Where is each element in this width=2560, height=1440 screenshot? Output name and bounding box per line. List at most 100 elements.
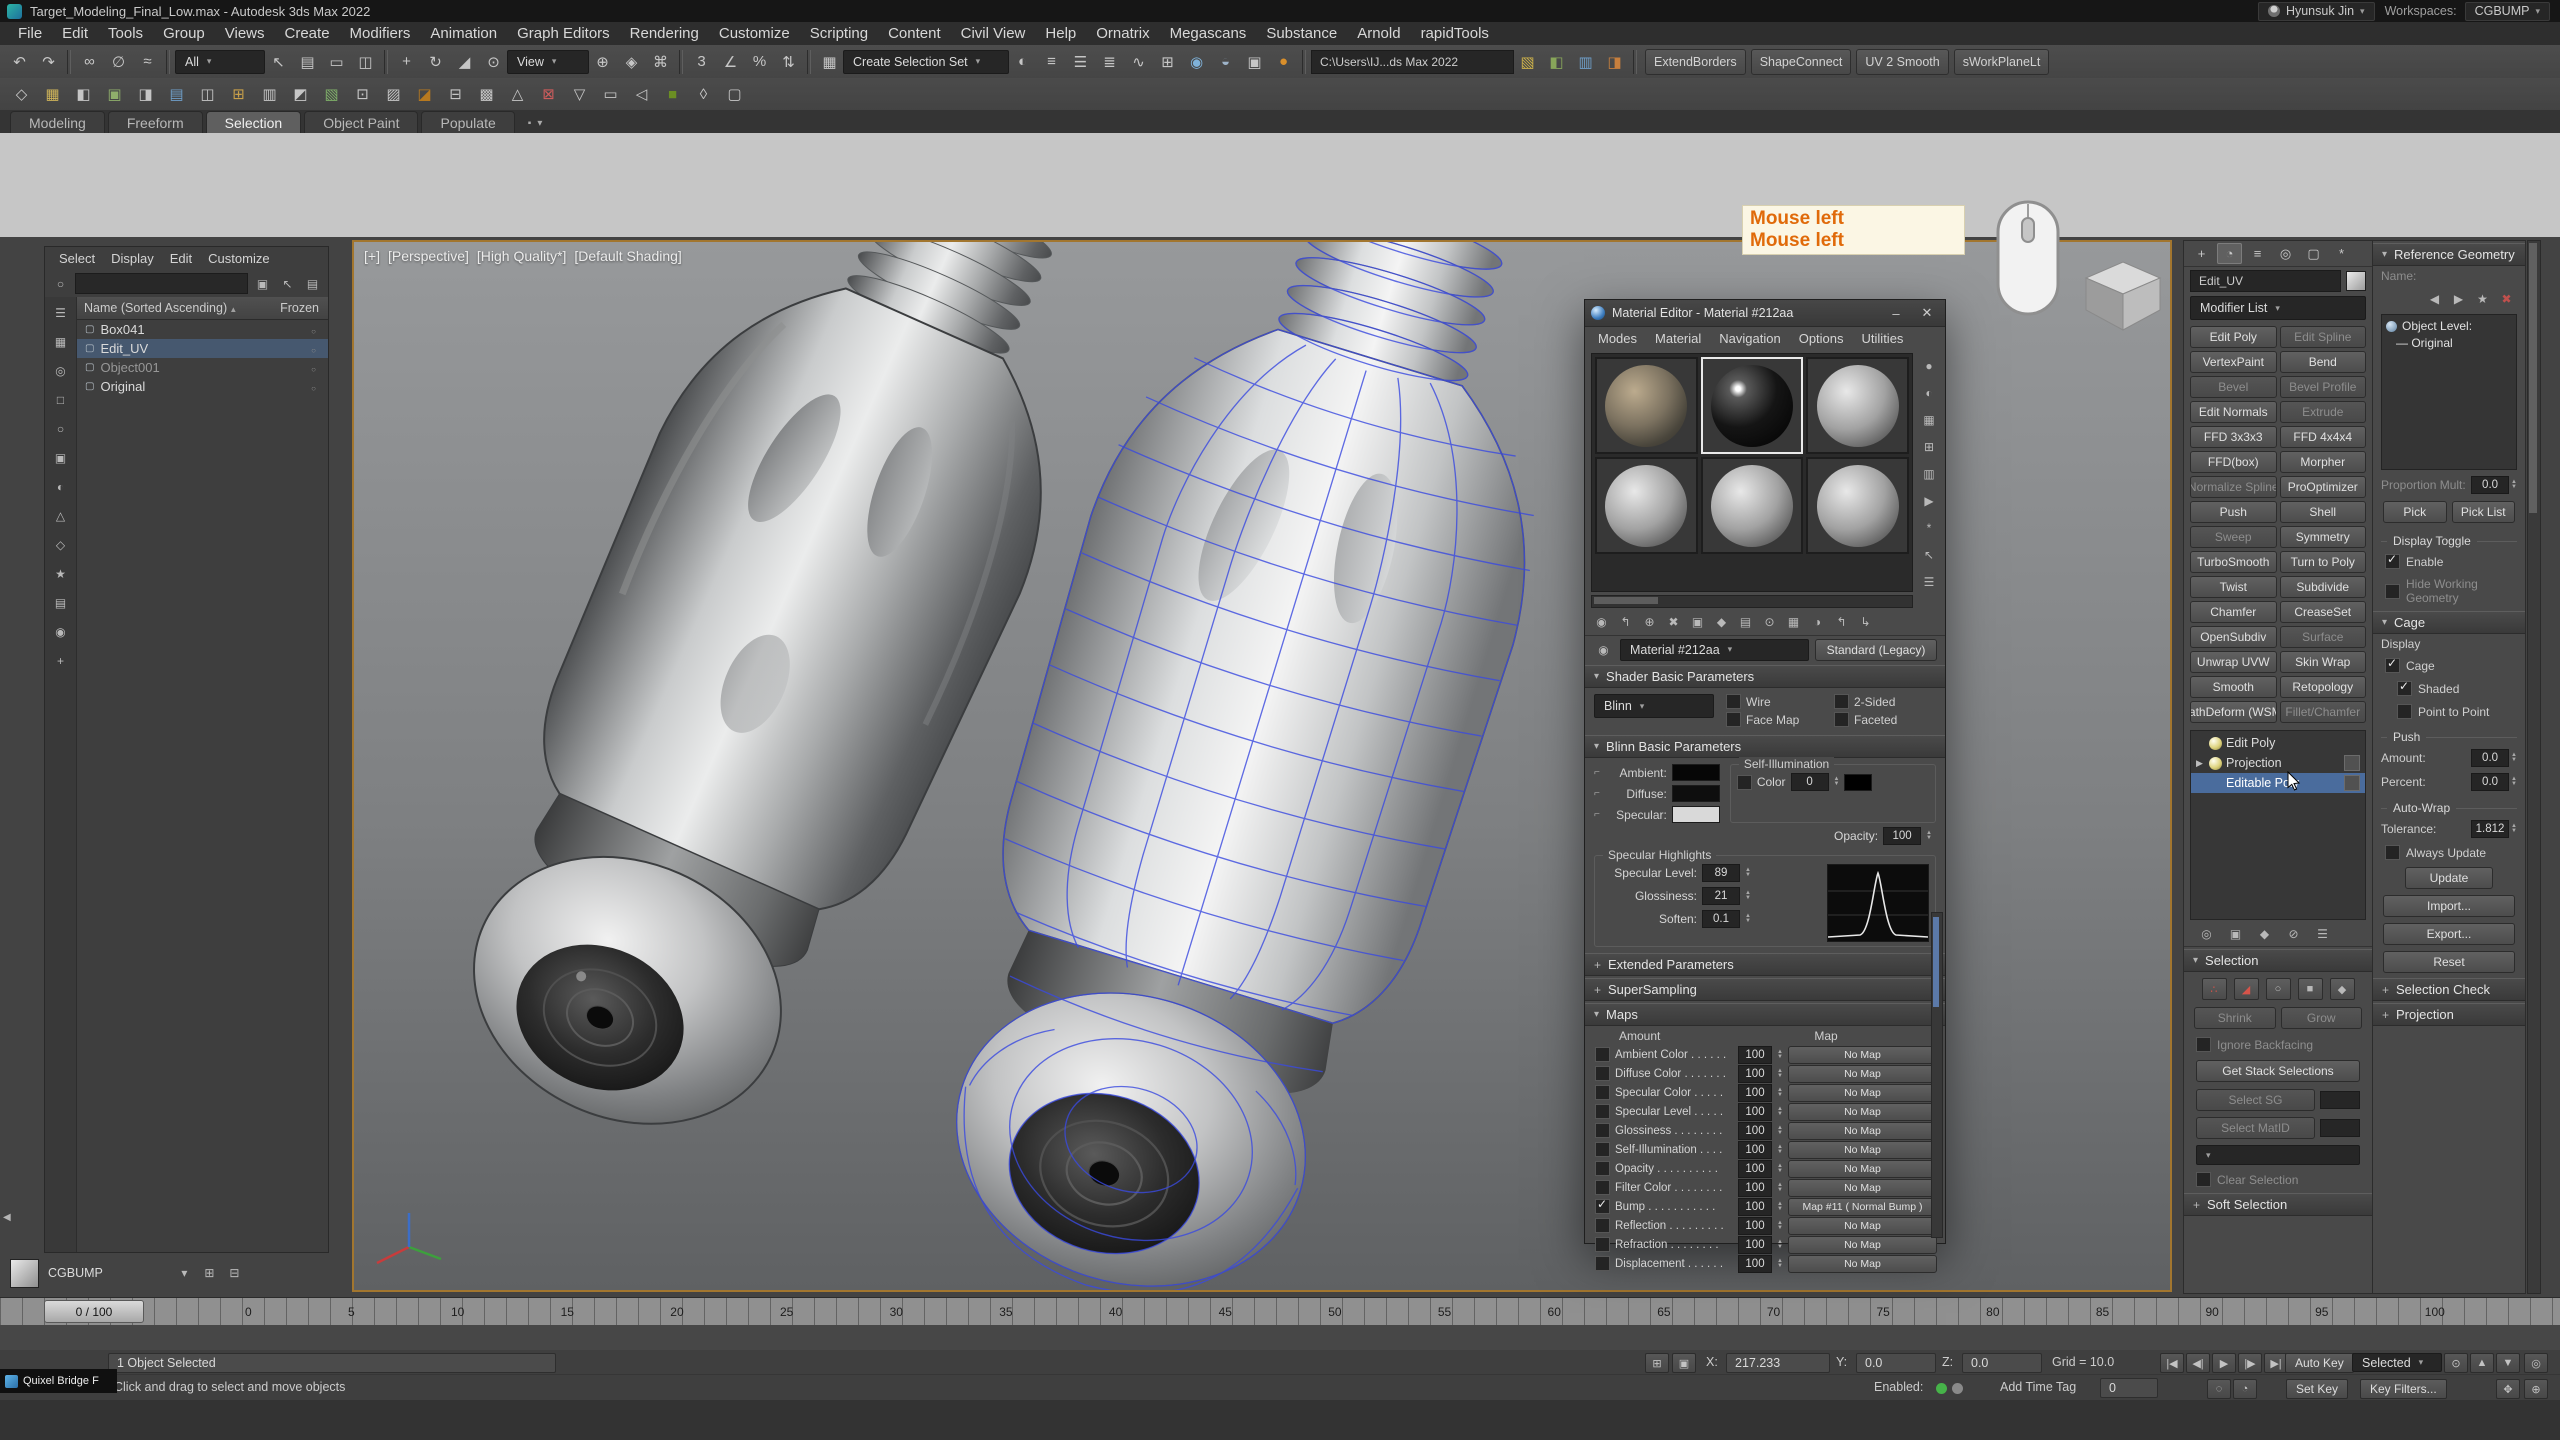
configure-modifier-sets-icon[interactable]: ☰ — [2312, 923, 2333, 944]
script-toolbar-button[interactable]: ExtendBorders — [1645, 49, 1746, 75]
down-arrow-icon[interactable]: ▼ — [2496, 1353, 2520, 1373]
shader-option[interactable]: Faceted — [1834, 712, 1936, 727]
vertex-mode-icon[interactable]: ∴ — [2202, 978, 2227, 1000]
modifier-button[interactable]: PathDeform (WSM) — [2190, 701, 2277, 723]
frozen-toggle-icon[interactable] — [311, 322, 316, 337]
ribbon-tab[interactable]: Object Paint — [304, 111, 418, 133]
menu-item[interactable]: Graph Editors — [507, 24, 620, 43]
map-amount-value[interactable]: 100 — [1738, 1141, 1772, 1159]
lock-icon[interactable]: ⌐ — [1594, 809, 1600, 820]
explorer-tool-icon[interactable]: ▤ — [50, 592, 71, 613]
spinner-arrows-icon[interactable] — [1777, 1164, 1783, 1174]
spinner-arrows-icon[interactable] — [1777, 1183, 1783, 1193]
render-production-icon[interactable]: ● — [1270, 49, 1297, 75]
previous-frame-icon[interactable]: ◀| — [2186, 1353, 2210, 1373]
material-editor-menu-item[interactable]: Navigation — [1710, 330, 1789, 347]
explorer-menu-item[interactable]: Select — [51, 249, 103, 268]
macro-tool-icon[interactable]: ▣ — [101, 81, 128, 107]
macro-tool-icon[interactable]: ▨ — [380, 81, 407, 107]
modifier-button[interactable]: Edit Normals — [2190, 401, 2277, 423]
explorer-tool-icon[interactable]: ◉ — [50, 621, 71, 642]
color-swatch[interactable] — [1672, 806, 1720, 823]
rollout-shader-basic[interactable]: Shader Basic Parameters — [1585, 665, 1945, 688]
panel-collapse-icon[interactable]: ◀ — [3, 1212, 11, 1223]
spinner-arrows-icon[interactable] — [1777, 1107, 1783, 1117]
z-coordinate-field[interactable]: 0.0 — [1962, 1353, 2042, 1373]
modifier-button[interactable]: Subdivide — [2280, 576, 2367, 598]
material-name-dropdown[interactable]: Material #212aa — [1620, 639, 1809, 661]
modifier-button[interactable]: Bend — [2280, 351, 2367, 373]
modifier-button[interactable]: Chamfer — [2190, 601, 2277, 623]
modifier-button[interactable]: Smooth — [2190, 676, 2277, 698]
map-slot-button[interactable]: No Map — [1788, 1084, 1937, 1102]
rollout-projection[interactable]: Projection — [2373, 1003, 2525, 1026]
map-slot-button[interactable]: No Map — [1788, 1046, 1937, 1064]
macro-tool-icon[interactable]: ◇ — [8, 81, 35, 107]
ribbon-tab[interactable]: Selection — [206, 111, 302, 133]
up-arrow-icon[interactable]: ▲ — [2470, 1353, 2494, 1373]
matid-dropdown[interactable] — [2196, 1145, 2360, 1165]
explorer-tool-icon[interactable]: ★ — [50, 563, 71, 584]
panel-scrollbar[interactable] — [2527, 240, 2541, 1294]
slot-scrollbar[interactable] — [1591, 595, 1913, 608]
explorer-tool-icon[interactable]: ○ — [50, 418, 71, 439]
update-button[interactable]: Update — [2405, 867, 2493, 889]
select-and-scale-icon[interactable]: ◢ — [451, 49, 478, 75]
rollout-soft-selection[interactable]: Soft Selection — [2184, 1193, 2372, 1216]
map-slot-button[interactable]: No Map — [1788, 1103, 1937, 1121]
explorer-tool-icon[interactable]: □ — [50, 389, 71, 410]
named-selection-sets-icon[interactable]: ▦ — [816, 49, 843, 75]
map-enable-checkbox[interactable] — [1595, 1085, 1610, 1100]
create-tab-icon[interactable]: + — [2189, 243, 2214, 264]
script-toolbar-button[interactable]: ShapeConnect — [1751, 49, 1852, 75]
macro-tool-icon[interactable]: ▢ — [721, 81, 748, 107]
map-amount-value[interactable]: 100 — [1738, 1046, 1772, 1064]
stack-row-icon[interactable] — [2344, 775, 2360, 791]
time-configuration-icon[interactable]: ◔ — [2233, 1379, 2257, 1399]
menu-item[interactable]: Help — [1035, 24, 1086, 43]
map-amount-value[interactable]: 100 — [1738, 1065, 1772, 1083]
menu-item[interactable]: Animation — [420, 24, 507, 43]
mute-icon[interactable]: ◌ — [2207, 1379, 2231, 1399]
select-and-place-icon[interactable]: ⊙ — [480, 49, 507, 75]
select-object-icon[interactable]: ↖ — [265, 49, 292, 75]
explorer-menu-item[interactable]: Customize — [200, 249, 277, 268]
menu-item[interactable]: Customize — [709, 24, 800, 43]
macro-tool-icon[interactable]: ◩ — [287, 81, 314, 107]
pin-stack-icon[interactable]: ◎ — [2196, 923, 2217, 944]
go-forward-icon[interactable]: ↳ — [1855, 612, 1876, 633]
modifier-button[interactable]: Sweep — [2190, 526, 2277, 548]
script-toolbar-button[interactable]: sWorkPlaneLt — [1954, 49, 2050, 75]
schematic-view-icon[interactable]: ⊞ — [1154, 49, 1181, 75]
macro-tool-icon[interactable]: ⊞ — [225, 81, 252, 107]
ribbon-minimize-icon[interactable]: ▪ — [528, 118, 532, 129]
name-column-header[interactable]: Name (Sorted Ascending) — [84, 301, 237, 315]
map-slot-button[interactable]: No Map — [1788, 1217, 1937, 1235]
motion-tab-icon[interactable]: ◎ — [2273, 243, 2298, 264]
border-mode-icon[interactable]: ○ — [2266, 978, 2291, 1000]
spinner-snap-icon[interactable]: ⇅ — [775, 49, 802, 75]
frame-number-field[interactable]: 0 — [2100, 1378, 2158, 1398]
show-end-result-icon[interactable]: ◑ — [1807, 612, 1828, 633]
view-cube-icon[interactable] — [2080, 258, 2166, 339]
menu-item[interactable]: Arnold — [1347, 24, 1410, 43]
modifier-button[interactable]: TurboSmooth — [2190, 551, 2277, 573]
checkbox[interactable] — [1834, 712, 1849, 727]
map-amount-value[interactable]: 100 — [1738, 1122, 1772, 1140]
background-icon[interactable]: ▦ — [1919, 409, 1940, 430]
material-slot[interactable] — [1701, 457, 1804, 554]
rollout-blinn-basic[interactable]: Blinn Basic Parameters — [1585, 735, 1945, 758]
lock-icon[interactable]: ⌐ — [1594, 767, 1600, 778]
reset-button[interactable]: Reset — [2383, 951, 2515, 973]
map-slot-button[interactable]: No Map — [1788, 1065, 1937, 1083]
make-copy-icon[interactable]: ▣ — [1687, 612, 1708, 633]
map-enable-checkbox[interactable] — [1595, 1047, 1610, 1062]
macro-tool-icon[interactable]: ⊠ — [535, 81, 562, 107]
map-slot-button[interactable]: No Map — [1788, 1236, 1937, 1254]
object-name-field[interactable]: Edit_UV — [2190, 270, 2341, 292]
map-slot-button[interactable]: No Map — [1788, 1141, 1937, 1159]
map-amount-value[interactable]: 100 — [1738, 1179, 1772, 1197]
custom-tool-icon[interactable]: ▥ — [1572, 49, 1599, 75]
shader-option[interactable]: 2-Sided — [1834, 694, 1936, 709]
key-set-dropdown[interactable]: Selected — [2352, 1353, 2442, 1372]
